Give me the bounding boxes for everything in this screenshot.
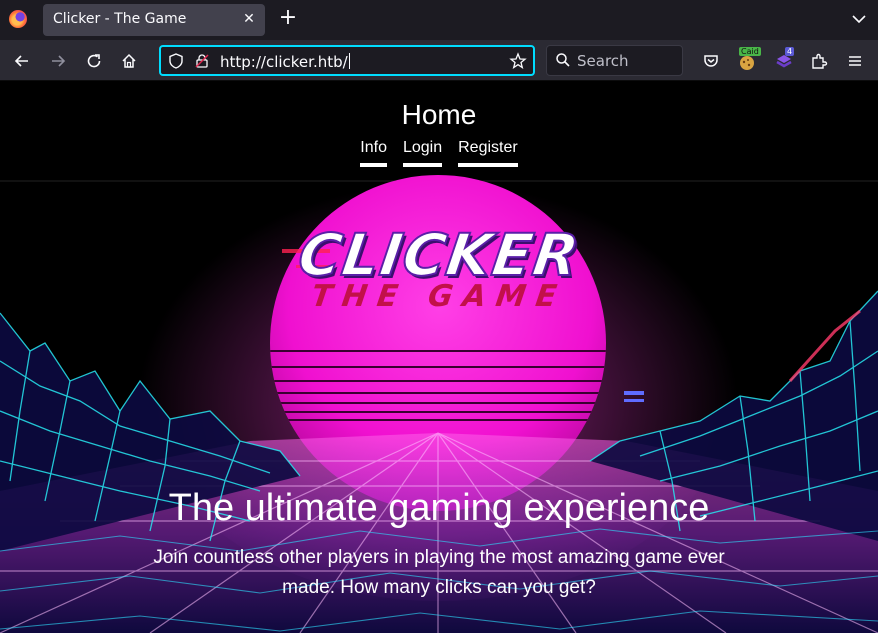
pocket-icon[interactable] xyxy=(698,48,724,74)
close-tab-icon[interactable]: ✕ xyxy=(241,11,257,27)
url-text[interactable]: http://clicker.htb/ xyxy=(220,53,350,71)
webpage-viewport: Home Info Login Register CLICKER THE GAM… xyxy=(0,81,878,633)
shield-icon[interactable] xyxy=(167,52,185,74)
hero-subheading: Join countless other players in playing … xyxy=(153,547,725,598)
back-icon[interactable] xyxy=(9,48,35,74)
address-bar[interactable]: http://clicker.htb/ xyxy=(159,45,535,76)
reload-icon[interactable] xyxy=(81,48,107,74)
tab-strip: Clicker - The Game ✕ + xyxy=(0,0,878,40)
insecure-lock-icon[interactable] xyxy=(193,52,211,74)
logo-subtitle: THE GAME xyxy=(309,279,569,314)
nav-link-register[interactable]: Register xyxy=(458,139,518,167)
hero-heading: The ultimate gaming experience xyxy=(168,487,710,529)
forward-icon[interactable] xyxy=(45,48,71,74)
home-icon[interactable] xyxy=(116,48,142,74)
firefox-icon[interactable] xyxy=(9,10,27,28)
site-nav: Info Login Register xyxy=(0,139,878,167)
cookie-editor-icon[interactable]: Caid xyxy=(734,47,761,74)
tab-title: Clicker - The Game xyxy=(53,11,187,27)
nav-link-login[interactable]: Login xyxy=(402,139,443,167)
page-title: Home xyxy=(401,99,477,130)
new-tab-icon[interactable]: + xyxy=(277,7,299,30)
search-bar[interactable]: Search xyxy=(546,45,683,76)
tab-active[interactable]: Clicker - The Game ✕ xyxy=(43,4,265,36)
extension-badge: Caid xyxy=(739,47,761,56)
wappalyzer-icon[interactable]: 4 xyxy=(771,47,797,74)
chevron-down-icon[interactable] xyxy=(848,9,870,29)
extensions-puzzle-icon[interactable] xyxy=(806,48,832,74)
menu-hamburger-icon[interactable] xyxy=(842,48,868,74)
navigation-toolbar: http://clicker.htb/ Search Caid 4 xyxy=(0,40,878,81)
nav-link-info[interactable]: Info xyxy=(360,139,387,167)
search-icon xyxy=(555,52,571,72)
bookmark-star-icon[interactable] xyxy=(509,52,527,74)
search-placeholder: Search xyxy=(577,52,629,70)
extension-badge: 4 xyxy=(785,47,795,56)
